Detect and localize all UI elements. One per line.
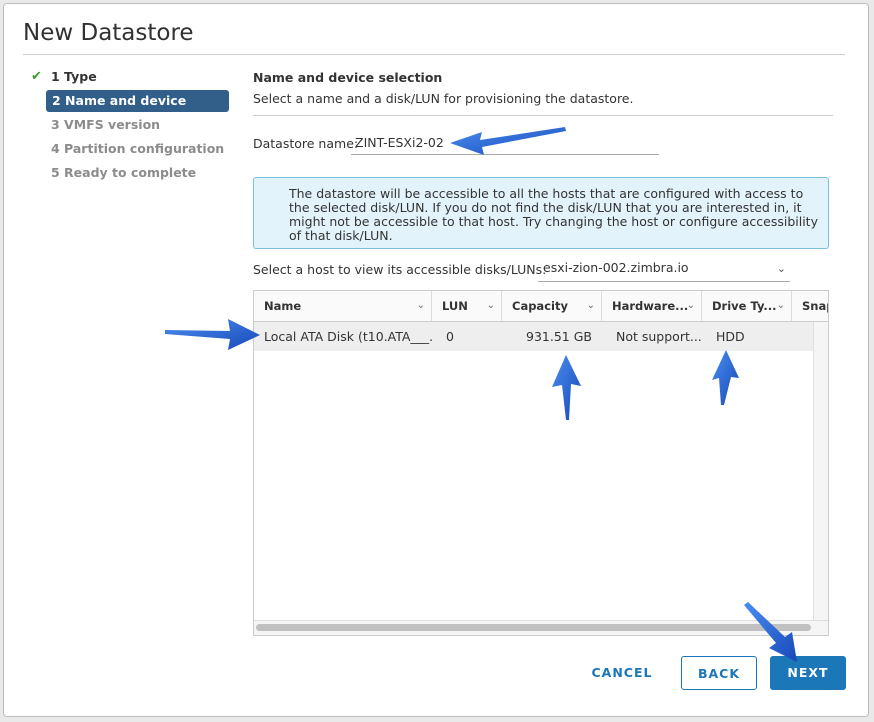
- scrollbar-thumb[interactable]: [256, 624, 811, 631]
- horizontal-scrollbar[interactable]: [254, 620, 828, 635]
- step-ready-to-complete: 5 Ready to complete: [28, 162, 238, 184]
- vertical-scrollbar[interactable]: [813, 322, 828, 620]
- cancel-button[interactable]: CANCEL: [584, 656, 660, 690]
- host-select-row: Select a host to view its accessible dis…: [253, 258, 833, 284]
- step-label: 5 Ready to complete: [51, 165, 197, 180]
- back-button[interactable]: BACK: [681, 656, 757, 690]
- datastore-name-label: Datastore name:: [253, 136, 359, 151]
- info-banner: The datastore will be accessible to all …: [253, 177, 829, 249]
- check-icon: ✔: [31, 69, 42, 84]
- cell-hardware: Not support...: [616, 329, 702, 344]
- table-row[interactable]: Local ATA Disk (t10.ATA___... 0 931.51 G…: [254, 322, 814, 351]
- step-vmfs-version: 3 VMFS version: [28, 114, 238, 136]
- chevron-down-icon: ⌄: [416, 300, 425, 311]
- dialog-title: New Datastore: [23, 20, 194, 46]
- step-name-and-device[interactable]: 2 Name and device selection: [46, 90, 229, 130]
- title-divider: [23, 54, 845, 55]
- section-description: Select a name and a disk/LUN for provisi…: [253, 91, 634, 106]
- section-divider: [253, 115, 833, 116]
- cell-drive-type: HDD: [716, 329, 745, 344]
- column-hardware[interactable]: Hardware... ⌄: [602, 291, 702, 321]
- step-label: 1 Type: [51, 69, 97, 84]
- chevron-down-icon: ⌄: [586, 300, 595, 311]
- host-select[interactable]: esxi-zion-002.zimbra.io ⌄: [538, 258, 790, 282]
- section-title: Name and device selection: [253, 70, 443, 85]
- disk-lun-grid: Name ⌄ LUN ⌄ Capacity ⌄ Hardware... ⌄ Drive …: [253, 290, 829, 636]
- column-snap[interactable]: Snap: [792, 291, 828, 321]
- main-content: Name and device selection Select a name …: [253, 70, 833, 636]
- chevron-down-icon: ⌄: [686, 300, 695, 311]
- next-button[interactable]: NEXT: [770, 656, 846, 690]
- step-type[interactable]: ✔ 1 Type: [28, 66, 238, 88]
- column-drive-type[interactable]: Drive Ty... ⌄: [702, 291, 792, 321]
- wizard-steps: ✔ 1 Type 2 Name and device selection 3 V…: [28, 66, 238, 186]
- chevron-down-icon: ⌄: [776, 262, 786, 275]
- column-lun[interactable]: LUN ⌄: [432, 291, 502, 321]
- cell-name: Local ATA Disk (t10.ATA___...: [264, 329, 432, 344]
- host-select-value: esxi-zion-002.zimbra.io: [543, 260, 689, 275]
- chevron-down-icon: ⌄: [776, 300, 785, 311]
- chevron-down-icon: ⌄: [486, 300, 495, 311]
- host-select-label: Select a host to view its accessible dis…: [253, 262, 547, 277]
- cell-lun: 0: [446, 329, 454, 344]
- grid-header: Name ⌄ LUN ⌄ Capacity ⌄ Hardware... ⌄ Drive …: [254, 291, 828, 322]
- cell-capacity: 931.51 GB: [526, 329, 592, 344]
- column-name[interactable]: Name ⌄: [254, 291, 432, 321]
- datastore-name-input[interactable]: [351, 130, 659, 155]
- info-text: The datastore will be accessible to all …: [289, 186, 818, 243]
- column-capacity[interactable]: Capacity ⌄: [502, 291, 602, 321]
- step-label: 4 Partition configuration: [51, 141, 225, 156]
- step-label: 3 VMFS version: [51, 117, 161, 132]
- step-partition-configuration: 4 Partition configuration: [28, 138, 238, 160]
